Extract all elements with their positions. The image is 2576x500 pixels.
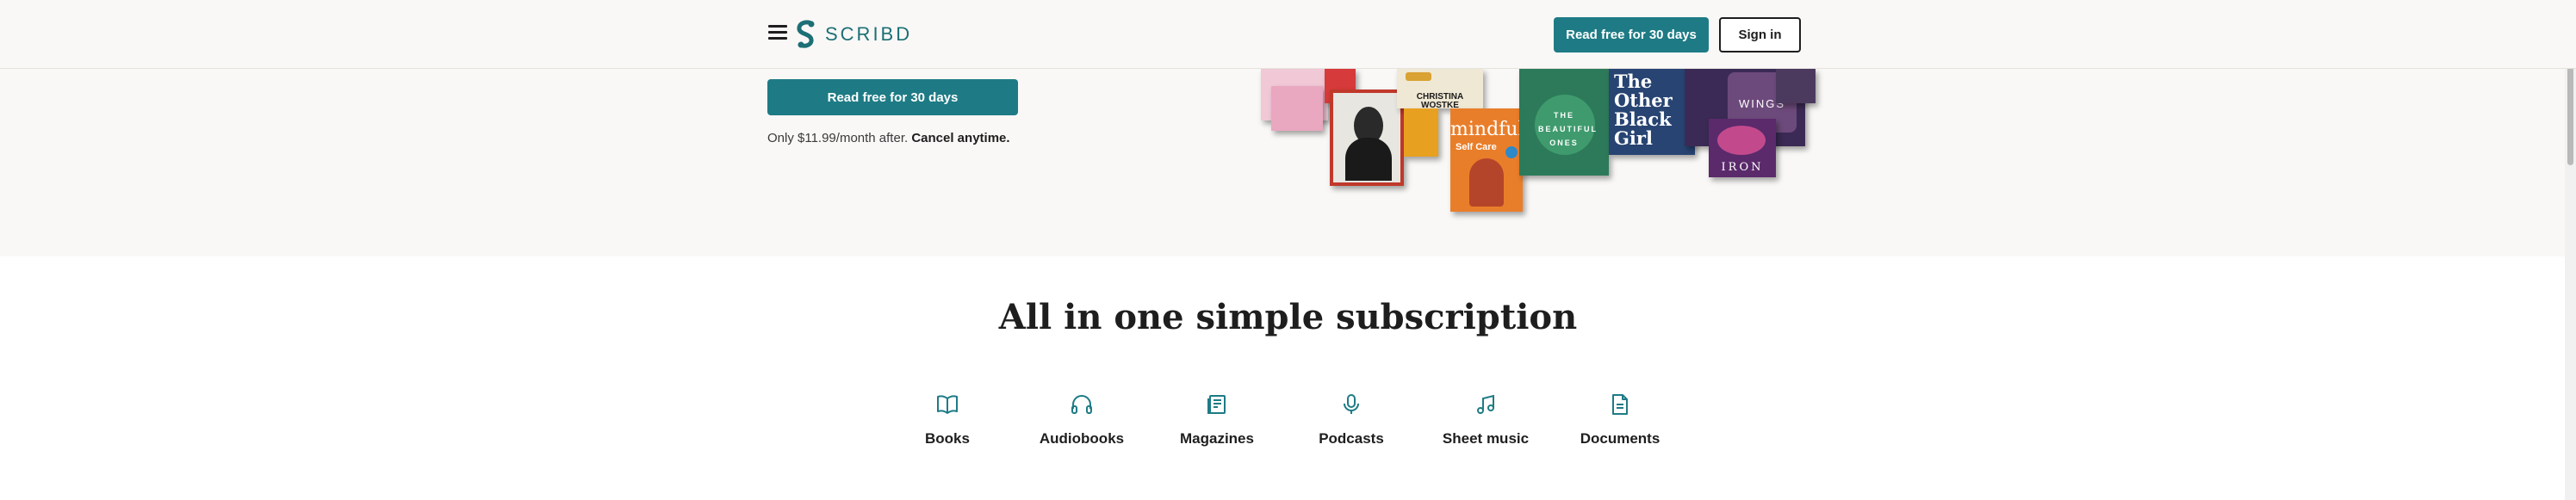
cancel-anytime-text: Cancel anytime. bbox=[911, 131, 1010, 145]
category-label: Audiobooks bbox=[1039, 430, 1125, 447]
pricing-note: Only $11.99/month after. Cancel anytime. bbox=[767, 131, 1010, 145]
category-label: Podcasts bbox=[1319, 430, 1384, 447]
book-cover: The Other Black Girl bbox=[1609, 69, 1695, 155]
book-cover-title: THE BEAUTIFUL ONES bbox=[1538, 111, 1598, 148]
category-books[interactable]: Books bbox=[887, 394, 1008, 448]
category-label: Magazines bbox=[1180, 430, 1254, 447]
subscription-heading: All in one simple subscription bbox=[998, 297, 1578, 337]
category-label: Books bbox=[925, 430, 970, 447]
microphone-icon bbox=[1344, 394, 1359, 414]
category-sheet-music[interactable]: Sheet music bbox=[1425, 394, 1546, 448]
category-podcasts[interactable]: Podcasts bbox=[1291, 394, 1412, 448]
hero-read-free-button[interactable]: Read free for 30 days bbox=[767, 79, 1018, 115]
category-documents[interactable]: Documents bbox=[1560, 394, 1680, 448]
top-navigation: SCRIBD Read free for 30 days Sign in bbox=[0, 0, 2576, 69]
scribd-logo[interactable]: SCRIBD bbox=[796, 19, 912, 50]
document-icon bbox=[1612, 394, 1628, 415]
book-cover bbox=[1404, 108, 1438, 157]
book-cover: mindful Self Care bbox=[1450, 108, 1523, 212]
music-note-icon bbox=[1477, 394, 1494, 414]
book-cover: CHRISTINA WOSTKE bbox=[1397, 69, 1483, 108]
category-label: Documents bbox=[1580, 430, 1660, 447]
book-cover bbox=[1776, 69, 1816, 103]
book-cover: IRON bbox=[1709, 119, 1776, 177]
magazine-icon bbox=[1207, 395, 1226, 414]
headphones-icon bbox=[1071, 395, 1092, 414]
category-audiobooks[interactable]: Audiobooks bbox=[1021, 394, 1142, 448]
pricing-note-text: Only $11.99/month after. bbox=[767, 131, 909, 145]
sign-in-button[interactable]: Sign in bbox=[1719, 17, 1801, 52]
book-cover-collage: CHRISTINA WOSTKE mindful Self Care THE B… bbox=[1213, 69, 1850, 224]
category-label: Sheet music bbox=[1442, 430, 1530, 447]
book-cover-author: CHRISTINA WOSTKE bbox=[1416, 92, 1464, 109]
book-cover bbox=[1330, 90, 1404, 186]
book-icon bbox=[937, 395, 958, 414]
book-cover: THE BEAUTIFUL ONES bbox=[1519, 69, 1609, 176]
book-cover-title: The Other Black Girl bbox=[1614, 71, 1673, 150]
book-cover-title: IRON bbox=[1721, 161, 1764, 174]
scribd-logo-icon bbox=[797, 20, 815, 48]
read-free-button[interactable]: Read free for 30 days bbox=[1554, 17, 1709, 52]
logo-wordmark: SCRIBD bbox=[825, 23, 913, 45]
book-cover bbox=[1271, 86, 1323, 131]
page-scrollbar[interactable] bbox=[2565, 0, 2576, 500]
category-magazines[interactable]: Magazines bbox=[1157, 394, 1277, 448]
book-cover-title: mindful bbox=[1450, 119, 1523, 140]
menu-icon[interactable] bbox=[768, 25, 787, 42]
